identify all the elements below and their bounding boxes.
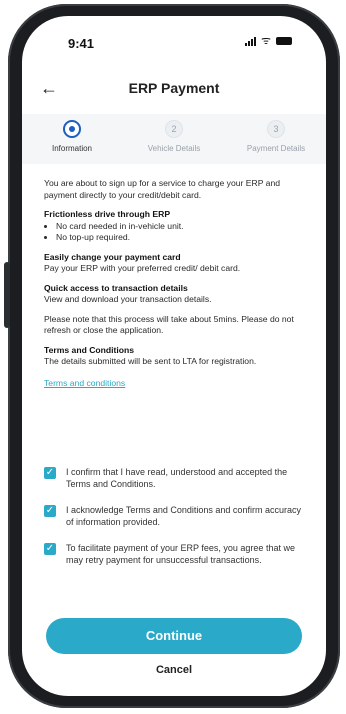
app-header: ← ERP Payment bbox=[22, 72, 326, 104]
wifi-icon: ᯤ bbox=[260, 35, 271, 47]
battery-icon bbox=[276, 37, 292, 45]
status-bar: 9:41 ᯤ bbox=[22, 16, 326, 62]
checkbox-row[interactable]: ✓ To facilitate payment of your ERP fees… bbox=[44, 542, 306, 566]
section-title: Frictionless drive through ERP bbox=[44, 209, 171, 219]
step-vehicle-details: 2 Vehicle Details bbox=[129, 120, 219, 153]
terms-link[interactable]: Terms and conditions bbox=[44, 378, 125, 390]
step-label: Information bbox=[51, 144, 93, 153]
note-text: Please note that this process will take … bbox=[44, 313, 294, 336]
consent-checkboxes: ✓ I confirm that I have read, understood… bbox=[44, 466, 306, 580]
continue-button[interactable]: Continue bbox=[46, 618, 302, 654]
side-button bbox=[4, 262, 10, 328]
section-title: Terms and Conditions bbox=[44, 344, 135, 355]
step-number: 2 bbox=[165, 120, 183, 138]
status-icons: ᯤ bbox=[244, 35, 292, 47]
checkbox-label: I acknowledge Terms and Conditions and c… bbox=[66, 505, 301, 527]
list-item: No card needed in in-vehicle unit. bbox=[56, 221, 306, 233]
checkbox-checked-icon[interactable]: ✓ bbox=[44, 505, 56, 517]
cancel-button[interactable]: Cancel bbox=[22, 664, 326, 676]
app-screen: 9:41 ᯤ ← ERP Payment Information 2 Vehic… bbox=[22, 16, 326, 696]
checkbox-row[interactable]: ✓ I confirm that I have read, understood… bbox=[44, 466, 306, 490]
section-text: Pay your ERP with your preferred credit/… bbox=[44, 263, 241, 273]
section-title: Easily change your payment card bbox=[44, 251, 181, 262]
signal-icon bbox=[244, 36, 256, 46]
info-content: You are about to sign up for a service t… bbox=[44, 178, 306, 389]
page-title: ERP Payment bbox=[128, 80, 220, 96]
list-item: No top-up required. bbox=[56, 232, 306, 244]
step-payment-details: 3 Payment Details bbox=[231, 120, 321, 153]
checkbox-label: I confirm that I have read, understood a… bbox=[66, 467, 288, 489]
step-label: Payment Details bbox=[246, 144, 306, 153]
step-number: 3 bbox=[267, 120, 285, 138]
bullet-list: No card needed in in-vehicle unit. No to… bbox=[44, 221, 306, 244]
intro-text: You are about to sign up for a service t… bbox=[44, 178, 281, 200]
stepper: Information 2 Vehicle Details 3 Payment … bbox=[22, 114, 326, 164]
checkbox-row[interactable]: ✓ I acknowledge Terms and Conditions and… bbox=[44, 504, 306, 528]
step-information: Information bbox=[27, 120, 117, 153]
checkbox-checked-icon[interactable]: ✓ bbox=[44, 543, 56, 555]
section-title: Quick access to transaction details bbox=[44, 282, 188, 293]
step-label: Vehicle Details bbox=[147, 144, 201, 153]
section-text: View and download your transaction detai… bbox=[44, 294, 212, 304]
status-time: 9:41 bbox=[68, 36, 95, 51]
checkbox-checked-icon[interactable]: ✓ bbox=[44, 467, 56, 479]
step-circle-active bbox=[63, 120, 81, 138]
section-text: The details submitted will be sent to LT… bbox=[44, 356, 257, 366]
checkbox-label: To facilitate payment of your ERP fees, … bbox=[66, 543, 295, 565]
